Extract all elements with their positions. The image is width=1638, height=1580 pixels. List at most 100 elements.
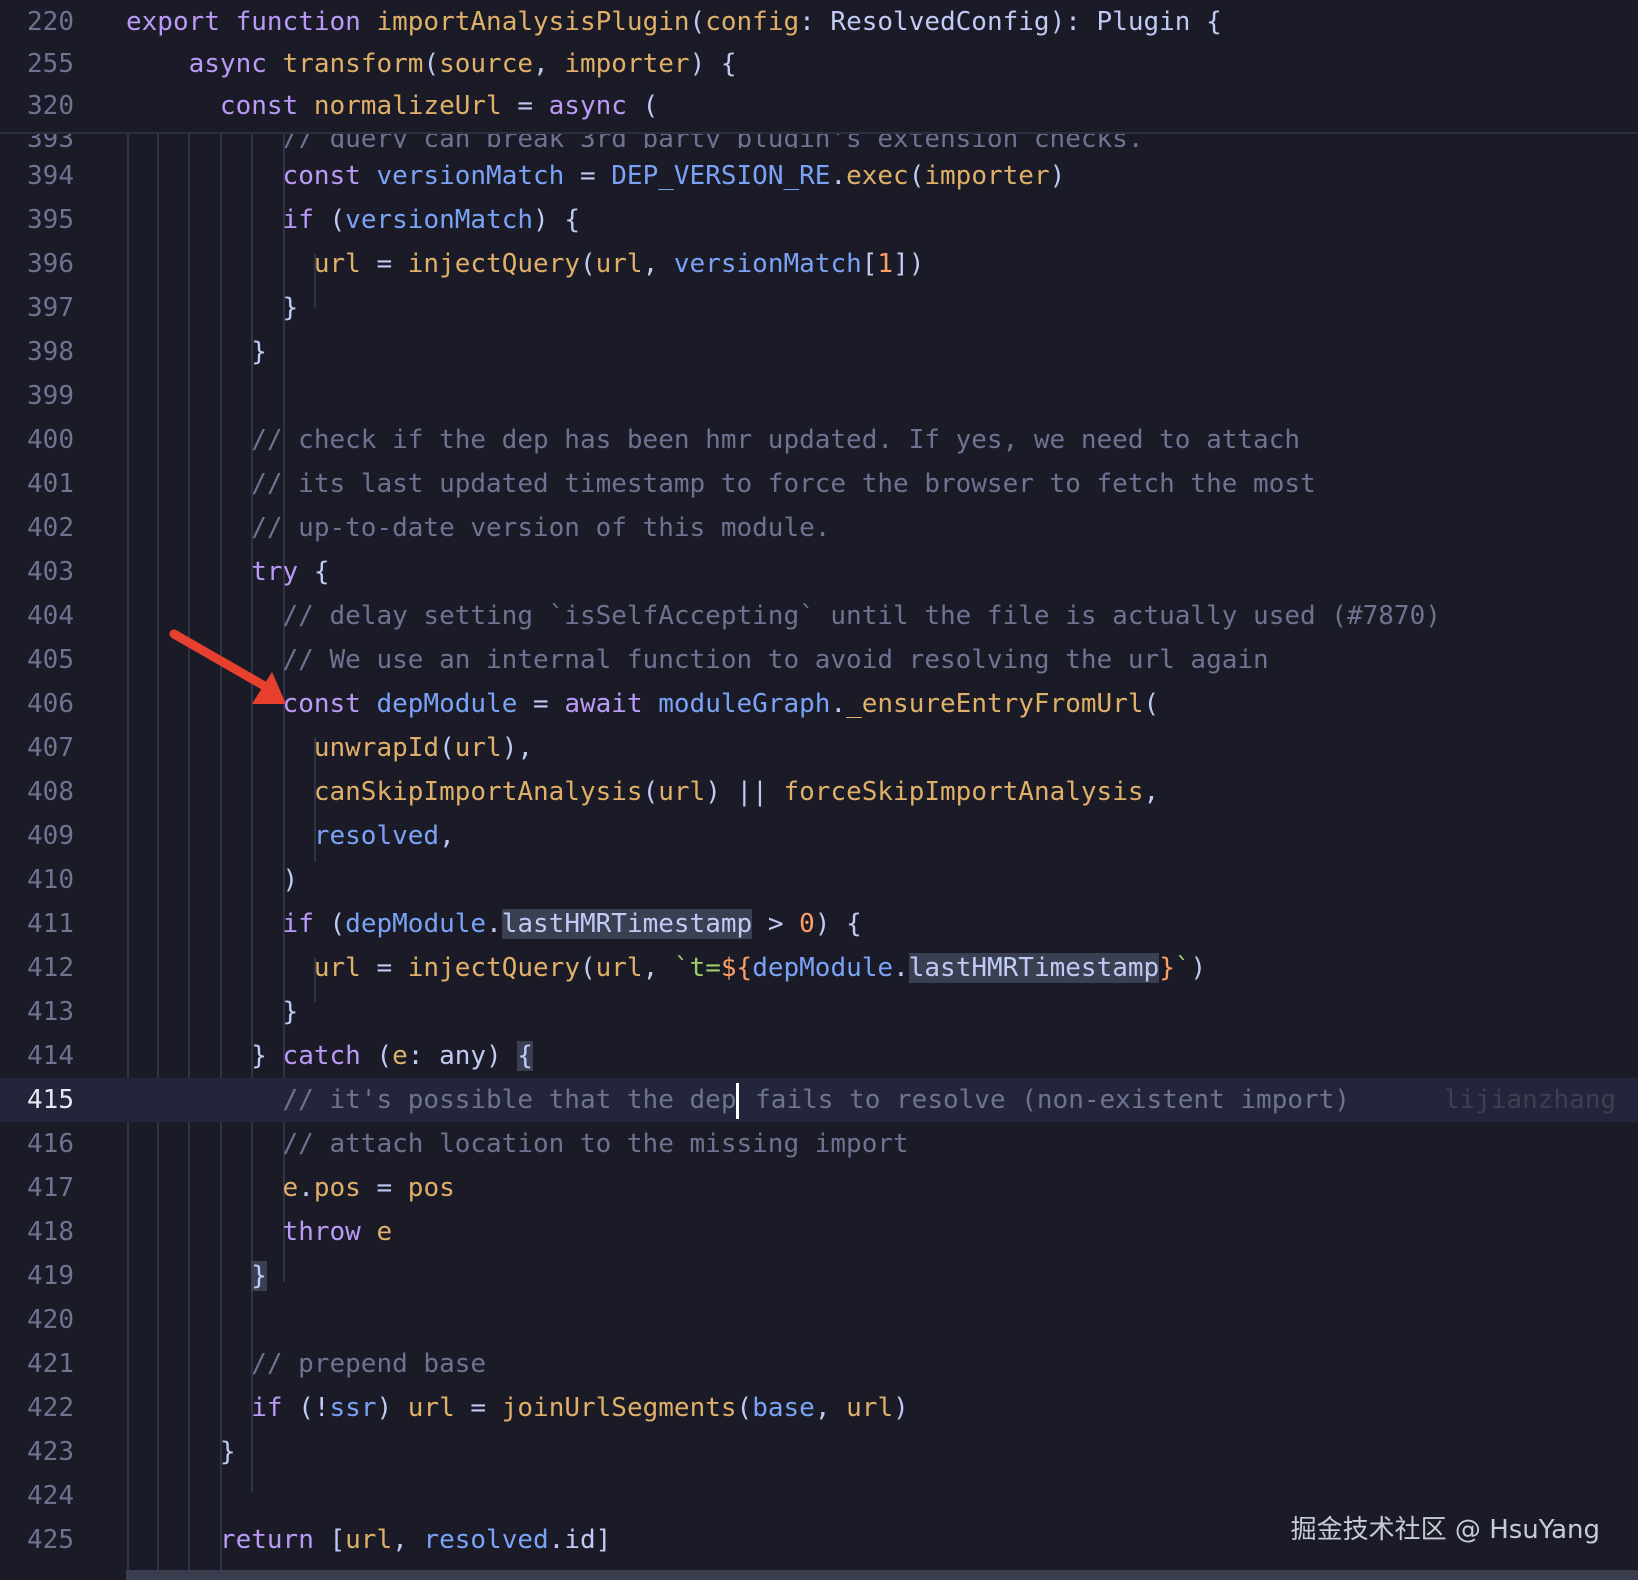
code-token: e (392, 1041, 408, 1071)
code-line[interactable]: 418 throw e (0, 1210, 1638, 1254)
code-token: async (188, 49, 283, 79)
code-token: importer (564, 49, 690, 79)
line-number: 397 (27, 293, 74, 323)
code-token: . (486, 909, 502, 939)
code-line[interactable]: 401 // its last updated timestamp to for… (0, 462, 1638, 506)
code-text: } (126, 286, 299, 330)
line-number: 220 (27, 7, 74, 37)
code-token: pos (313, 1173, 361, 1203)
code-line[interactable]: 395 if (versionMatch) { (0, 198, 1638, 242)
code-token: ), (501, 733, 534, 763)
horizontal-scrollbar[interactable] (126, 1570, 1638, 1580)
code-token: if (282, 205, 330, 235)
code-line[interactable]: 394 const versionMatch = DEP_VERSION_RE.… (0, 154, 1638, 198)
code-line[interactable]: 220 export function importAnalysisPlugin(… (0, 0, 1638, 44)
code-token: . (298, 1173, 314, 1203)
line-number: 416 (27, 1129, 74, 1159)
code-editor[interactable]: 393 // query can break 3rd party plugin'… (0, 0, 1638, 1580)
code-token: importer (924, 161, 1050, 191)
code-token: : ResolvedConfig): Plugin { (799, 7, 1222, 37)
code-text: } (126, 330, 267, 374)
code-token: config (705, 7, 800, 37)
code-token: > (752, 909, 800, 939)
code-text: if (!ssr) url = joinUrlSegments(base, ur… (126, 1386, 909, 1430)
code-token: try (251, 557, 314, 587)
code-line-current[interactable]: 415 // it's possible that the dep fails … (0, 1078, 1638, 1122)
code-line[interactable]: 412 url = injectQuery(url, `t=${depModul… (0, 946, 1638, 990)
line-number: 408 (27, 777, 74, 807)
code-token: ) (376, 1393, 408, 1423)
code-line[interactable]: 417 e.pos = pos (0, 1166, 1638, 1210)
code-token: , (814, 1393, 847, 1423)
code-token: 1 (877, 249, 894, 279)
code-token: ]) (893, 249, 925, 279)
code-line[interactable]: 320 const normalizeUrl = async ( (0, 84, 1638, 128)
code-line[interactable]: 400 // check if the dep has been hmr upd… (0, 418, 1638, 462)
code-line[interactable]: 403 try { (0, 550, 1638, 594)
line-number: 419 (27, 1261, 74, 1291)
code-text: throw e (126, 1210, 393, 1254)
code-token: fails to resolve (non-existent import) (739, 1085, 1350, 1115)
code-text: url = injectQuery(url, `t=${depModule.la… (126, 946, 1206, 990)
code-line[interactable]: 416 // attach location to the missing im… (0, 1122, 1638, 1166)
code-token: = (360, 249, 408, 279)
code-line[interactable]: 414 } catch (e: any) { (0, 1034, 1638, 1078)
code-token: transform (282, 49, 424, 79)
code-token: , (1143, 777, 1160, 807)
code-token: ssr (329, 1393, 377, 1423)
code-line[interactable]: 410 ) (0, 858, 1638, 902)
sticky-scroll-header[interactable]: 220 export function importAnalysisPlugin(… (0, 0, 1638, 134)
code-token: source (439, 49, 534, 79)
code-line[interactable]: 413 } (0, 990, 1638, 1034)
code-token: } (126, 1041, 283, 1071)
code-token: [ (861, 249, 878, 279)
code-token: = (360, 1173, 408, 1203)
code-line[interactable]: 422 if (!ssr) url = joinUrlSegments(base… (0, 1386, 1638, 1430)
code-line[interactable]: 396 url = injectQuery(url, versionMatch[… (0, 242, 1638, 286)
code-line[interactable]: 398 } (0, 330, 1638, 374)
code-token: { (517, 1041, 534, 1071)
line-number: 394 (27, 161, 74, 191)
code-token: } (126, 997, 299, 1027)
code-text: // it's possible that the dep fails to r… (126, 1078, 1616, 1122)
code-token: const (219, 91, 314, 121)
annotation-arrow-icon (169, 629, 286, 704)
code-token: throw (282, 1217, 377, 1247)
code-token: // attach location to the missing import (126, 1129, 909, 1159)
code-token: pos (407, 1173, 455, 1203)
code-token: exec (846, 161, 909, 191)
code-line[interactable]: 255 async transform(source, importer) { (0, 42, 1638, 86)
code-token: versionMatch (345, 205, 534, 235)
code-line[interactable]: 423 } (0, 1430, 1638, 1474)
code-token: } (126, 293, 299, 323)
code-line[interactable]: 402 // up-to-date version of this module… (0, 506, 1638, 550)
code-token: . (830, 161, 847, 191)
code-line[interactable]: 421 // prepend base (0, 1342, 1638, 1386)
code-line[interactable]: 420 (0, 1298, 1638, 1342)
code-line[interactable]: 407 unwrapId(url), (0, 726, 1638, 770)
code-token: } (1159, 953, 1175, 983)
code-line[interactable]: 419 } (0, 1254, 1638, 1298)
code-token: ) { (814, 909, 862, 939)
code-line[interactable]: 397 } (0, 286, 1638, 330)
git-blame-annotation: lijianzhang (1349, 1085, 1617, 1115)
code-line[interactable]: 409 resolved, (0, 814, 1638, 858)
line-number: 255 (27, 49, 74, 79)
code-text: const normalizeUrl = async ( (126, 84, 658, 128)
line-number: 415 (27, 1085, 74, 1115)
code-line[interactable]: 408 canSkipImportAnalysis(url) || forceS… (0, 770, 1638, 814)
code-line[interactable]: 411 if (depModule.lastHMRTimestamp > 0) … (0, 902, 1638, 946)
code-token: url (345, 1525, 393, 1555)
code-text: export function importAnalysisPlugin(con… (126, 0, 1222, 44)
code-text: async transform(source, importer) { (126, 42, 737, 86)
code-token: e (282, 1173, 299, 1203)
code-token: .id] (548, 1525, 612, 1555)
code-token: if (251, 1393, 299, 1423)
code-line[interactable]: 399 (0, 374, 1638, 418)
code-token: ) || (705, 777, 784, 807)
